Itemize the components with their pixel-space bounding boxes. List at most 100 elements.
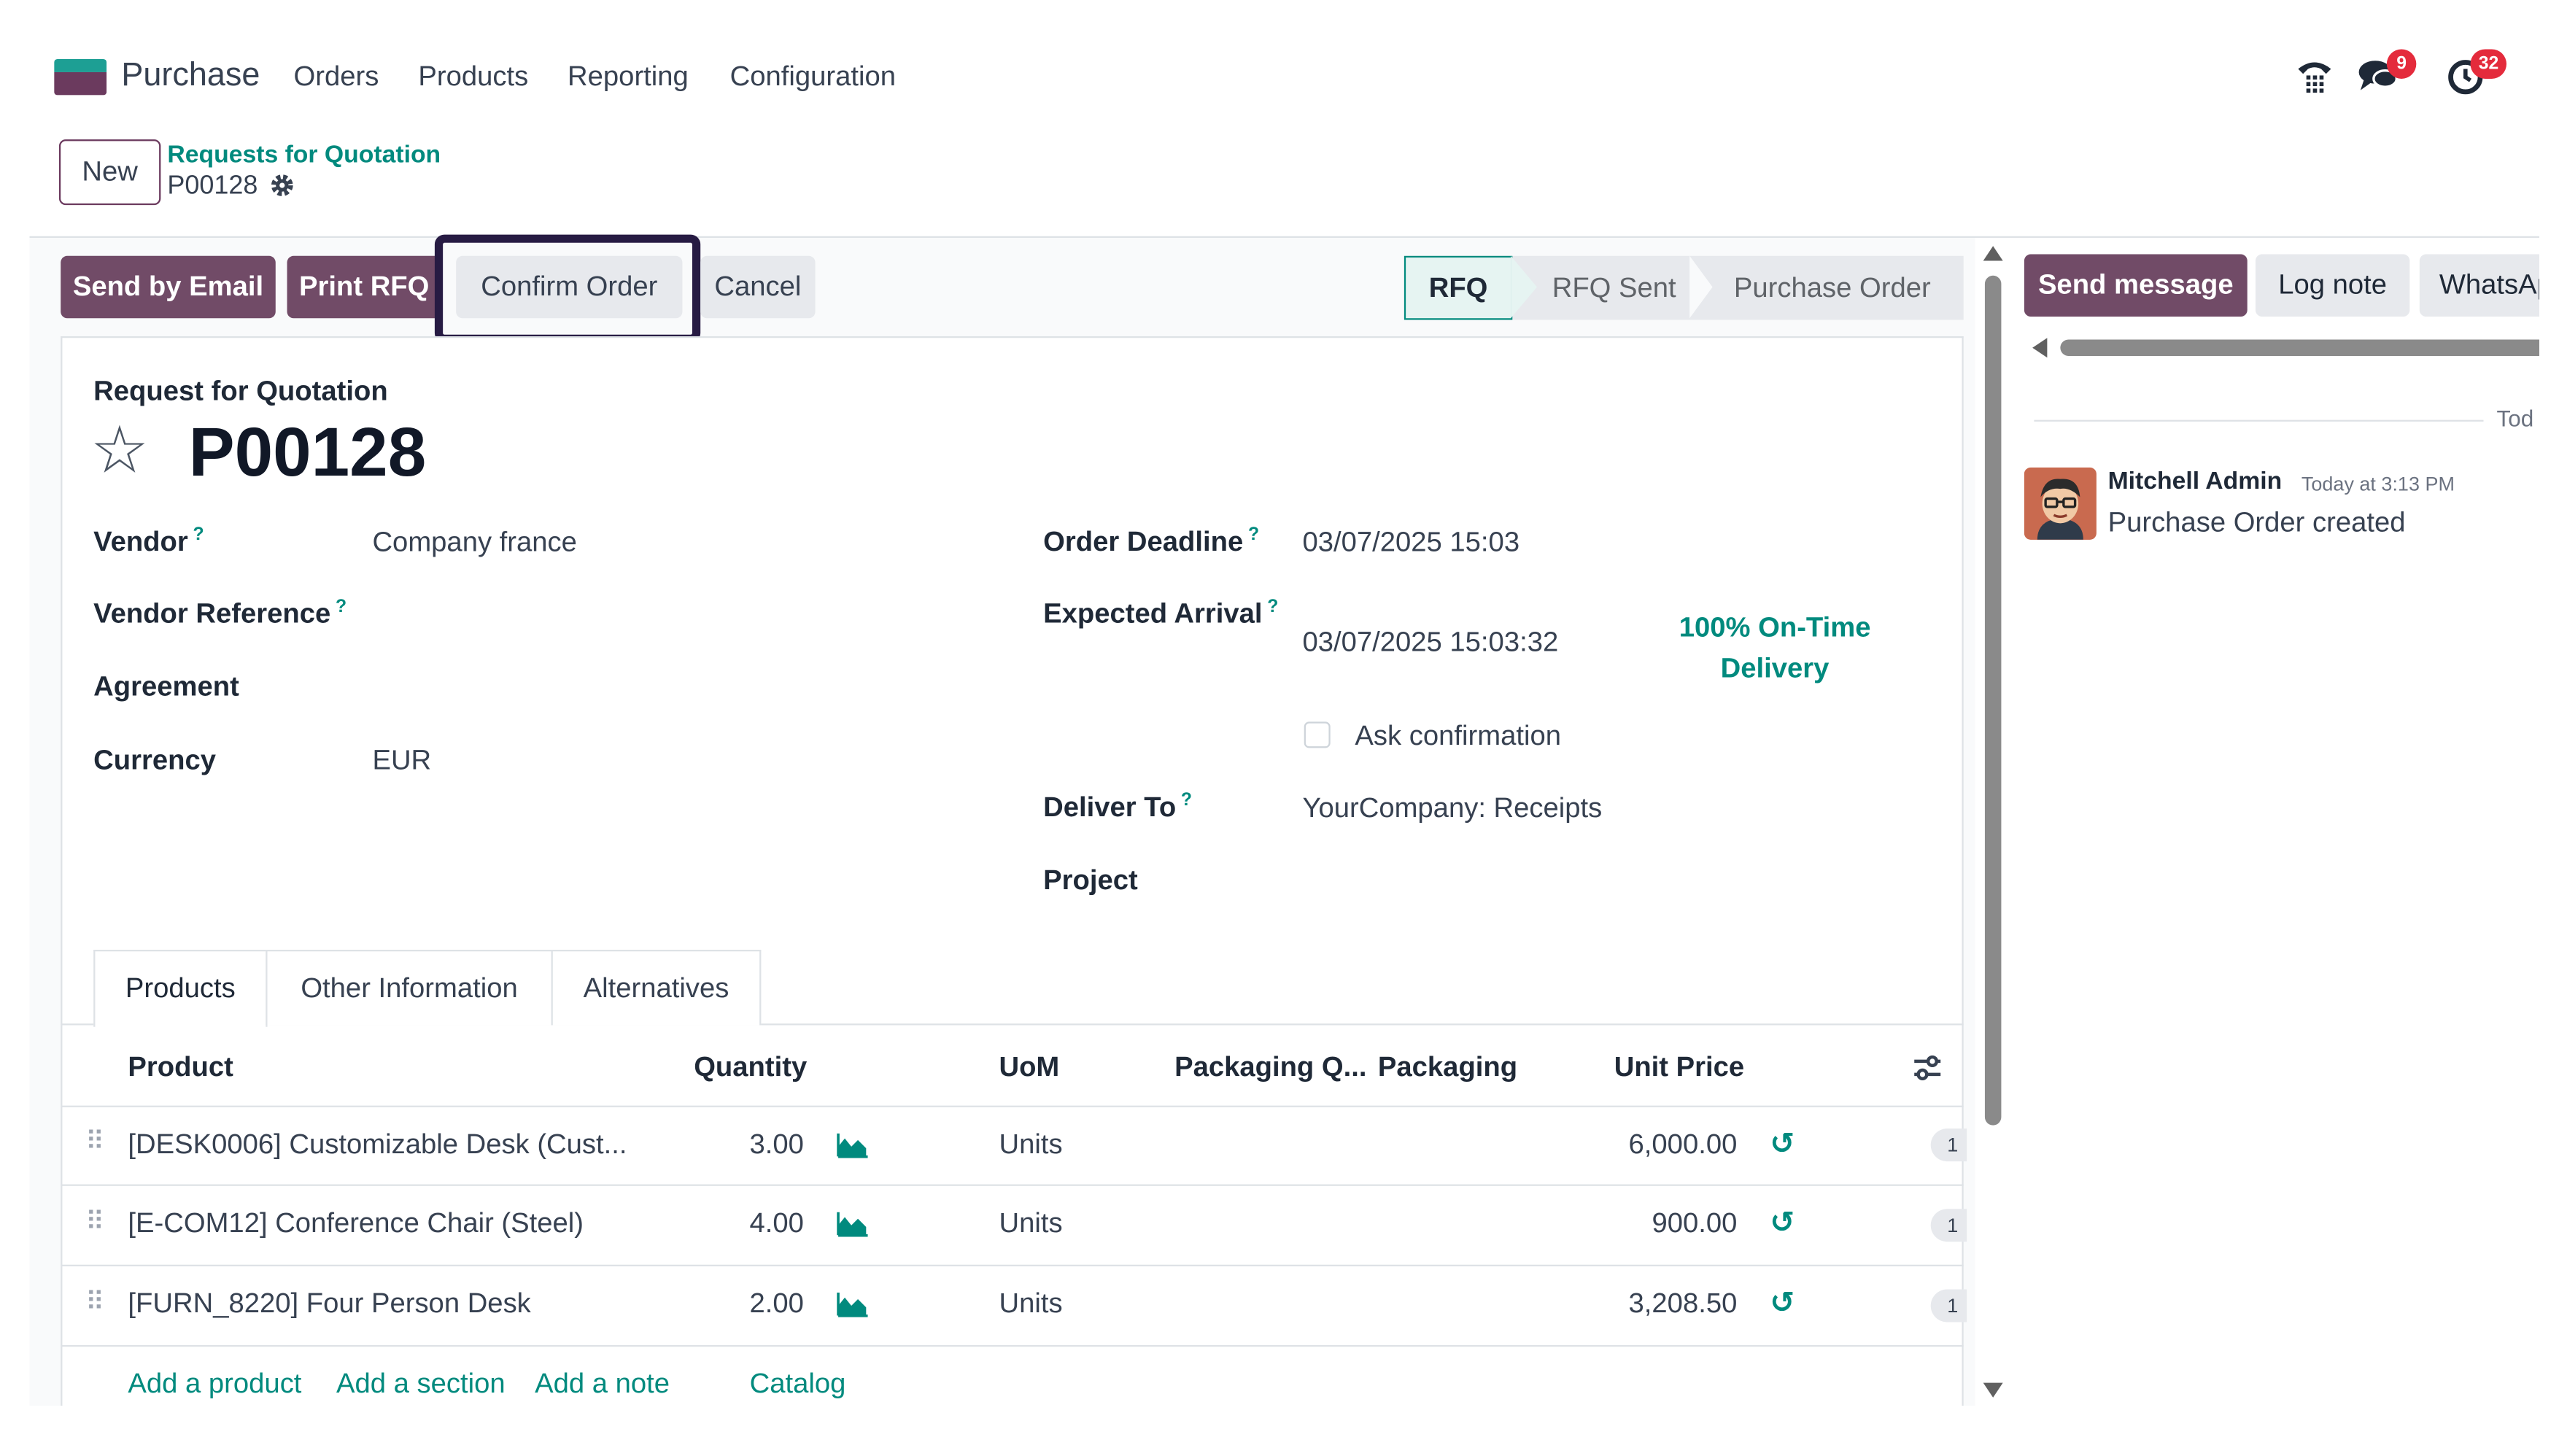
menu-products[interactable]: Products (418, 61, 528, 93)
deliver-to-field[interactable]: YourCompany: Receipts (1302, 792, 1602, 825)
deliver-to-label: Deliver To? (1043, 790, 1193, 824)
drag-handle-icon[interactable]: ⠿ (85, 1286, 104, 1319)
message-author[interactable]: Mitchell Admin (2108, 468, 2283, 495)
scroll-left-arrow[interactable] (2032, 338, 2048, 358)
row-divider (61, 1264, 1964, 1266)
drag-handle-icon[interactable]: ⠿ (85, 1206, 104, 1239)
messages-badge: 9 (2386, 49, 2417, 79)
row-divider (61, 1184, 1964, 1186)
send-by-email-button[interactable]: Send by Email (61, 255, 276, 319)
activities-badge: 32 (2470, 49, 2507, 79)
on-time-delivery-link[interactable]: 100% On-Time Delivery (1676, 607, 1873, 689)
column-product[interactable]: Product (128, 1051, 233, 1084)
phone-icon[interactable] (2293, 55, 2336, 98)
vertical-scrollbar-thumb[interactable] (1984, 275, 2002, 1126)
scroll-up-arrow[interactable] (1983, 246, 2003, 261)
scroll-down-arrow[interactable] (1983, 1382, 2003, 1398)
horizontal-scrollbar-thumb[interactable] (2060, 339, 2539, 356)
vendor-reference-label: Vendor Reference? (93, 597, 347, 630)
add-note-link[interactable]: Add a note (535, 1368, 670, 1401)
quantity-cell[interactable]: 3.00 (689, 1128, 803, 1161)
avatar[interactable] (2024, 467, 2097, 540)
breadcrumb-parent-link[interactable]: Requests for Quotation (167, 141, 441, 169)
forecast-chart-icon[interactable] (837, 1132, 870, 1158)
status-rfq-arrow (1511, 255, 1538, 319)
price-history-icon[interactable]: ↺ (1770, 1127, 1795, 1161)
currency-field[interactable]: EUR (372, 745, 431, 778)
unit-price-cell[interactable]: 3,208.50 (1575, 1287, 1738, 1320)
column-unit-price[interactable]: Unit Price (1614, 1051, 1744, 1084)
tax-pill: 1 (1930, 1209, 1967, 1242)
expected-arrival-field[interactable]: 03/07/2025 15:03:32 (1302, 627, 1558, 659)
unit-price-cell[interactable]: 900.00 (1575, 1207, 1737, 1240)
column-quantity[interactable]: Quantity (694, 1051, 807, 1084)
whatsapp-button[interactable]: WhatsAp (2419, 254, 2539, 317)
column-uom[interactable]: UoM (999, 1051, 1059, 1084)
expected-arrival-label: Expected Arrival? (1043, 597, 1279, 630)
column-packaging-qty[interactable]: Packaging Q... (1174, 1051, 1366, 1084)
price-history-icon[interactable]: ↺ (1770, 1286, 1795, 1320)
forecast-chart-icon[interactable] (837, 1211, 870, 1237)
tax-pill: 1 (1930, 1128, 1967, 1162)
star-icon[interactable]: ☆ (90, 415, 150, 487)
menu-reporting[interactable]: Reporting (568, 61, 689, 93)
uom-cell[interactable]: Units (999, 1287, 1062, 1320)
vendor-reference-field[interactable] (372, 597, 963, 633)
tax-pill: 1 (1930, 1289, 1967, 1323)
vendor-field[interactable]: Company france (372, 527, 576, 559)
add-section-link[interactable]: Add a section (336, 1368, 506, 1401)
agreement-field[interactable] (372, 671, 963, 707)
agreement-label: Agreement (93, 670, 239, 702)
message-body: Purchase Order created (2107, 506, 2406, 538)
new-button[interactable]: New (58, 139, 161, 206)
price-history-icon[interactable]: ↺ (1770, 1206, 1795, 1240)
print-rfq-button[interactable]: Print RFQ (287, 255, 441, 319)
ask-confirmation-label: Ask confirmation (1355, 720, 1562, 751)
breadcrumb-current: P00128 (167, 172, 258, 201)
optional-columns-icon[interactable] (1913, 1053, 1942, 1091)
product-cell[interactable]: [E-COM12] Conference Chair (Steel) (128, 1207, 584, 1240)
header-row-divider (61, 1105, 1964, 1107)
purchase-app-icon[interactable] (54, 58, 107, 96)
status-separator (1689, 255, 1713, 319)
column-packaging[interactable]: Packaging (1378, 1051, 1517, 1084)
unit-price-cell[interactable]: 6,000.00 (1575, 1128, 1738, 1161)
log-note-button[interactable]: Log note (2255, 254, 2410, 317)
ask-confirmation-checkbox[interactable] (1304, 721, 1331, 748)
gear-icon[interactable] (269, 172, 295, 205)
uom-cell[interactable]: Units (999, 1207, 1062, 1240)
currency-label: Currency (93, 744, 217, 776)
add-product-link[interactable]: Add a product (128, 1368, 301, 1401)
record-title: P00128 (188, 413, 427, 491)
tab-other-information[interactable]: Other Information (266, 949, 553, 1026)
menu-configuration[interactable]: Configuration (730, 61, 896, 93)
catalog-link[interactable]: Catalog (750, 1368, 846, 1401)
status-purchase-order[interactable]: Purchase Order (1716, 256, 1948, 320)
forecast-chart-icon[interactable] (837, 1291, 870, 1317)
project-field[interactable] (1302, 864, 1893, 900)
status-rfq-sent[interactable]: RFQ Sent (1538, 256, 1689, 320)
confirm-order-highlight (434, 234, 701, 343)
product-cell[interactable]: [FURN_8220] Four Person Desk (128, 1287, 530, 1320)
date-divider (2034, 419, 2484, 422)
product-cell[interactable]: [DESK0006] Customizable Desk (Cust... (128, 1128, 627, 1161)
top-navbar: Purchase Orders Products Reporting Confi… (0, 0, 2559, 158)
send-message-button[interactable]: Send message (2024, 254, 2248, 317)
message-timestamp: Today at 3:13 PM (2301, 472, 2455, 496)
quantity-cell[interactable]: 2.00 (689, 1287, 803, 1320)
order-deadline-label: Order Deadline? (1043, 524, 1260, 557)
project-label: Project (1043, 864, 1138, 896)
status-rfq[interactable]: RFQ (1404, 255, 1513, 320)
vendor-label: Vendor? (93, 524, 204, 557)
tab-products[interactable]: Products (93, 949, 268, 1027)
tab-alternatives[interactable]: Alternatives (551, 949, 762, 1026)
order-deadline-field[interactable]: 03/07/2025 15:03 (1302, 527, 1519, 559)
menu-orders[interactable]: Orders (294, 61, 379, 93)
app-name[interactable]: Purchase (121, 58, 260, 96)
date-separator-label: Tod (2496, 405, 2534, 432)
cancel-button[interactable]: Cancel (700, 255, 816, 319)
record-type-label: Request for Quotation (93, 375, 388, 407)
quantity-cell[interactable]: 4.00 (689, 1207, 803, 1240)
drag-handle-icon[interactable]: ⠿ (85, 1126, 104, 1158)
uom-cell[interactable]: Units (999, 1128, 1062, 1161)
